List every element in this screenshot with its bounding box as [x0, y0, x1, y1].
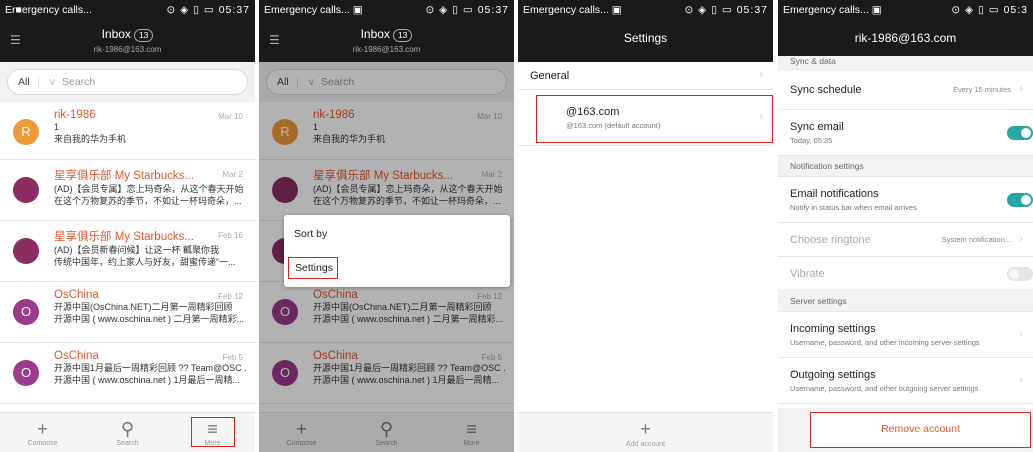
chevron-right-icon: ›	[1019, 82, 1023, 95]
status-icons: ⊙ ◈ ▯ ▭ 05:37	[684, 4, 768, 16]
status-bar: Emergency calls... ▣ ⊙ ◈ ▯ ▭ 05:37	[259, 0, 514, 20]
status-icons: ⊙ ◈ ▯ ▭ 05:37	[166, 4, 250, 16]
inbox-header: ☰ Inbox 13 rik-1986@163.com	[0, 20, 255, 62]
account-subtitle: rik-1986@163.com	[93, 45, 162, 54]
more-menu-popup: Sort by Settings	[284, 215, 510, 287]
carrier-text: Emergency calls... ▣	[523, 4, 622, 16]
inbox-header: ☰ Inbox 13 rik-1986@163.com	[259, 20, 514, 62]
sender-name: 星享俱乐部 My Starbucks...	[54, 170, 194, 182]
sender-name: OsChina	[54, 350, 99, 362]
email-notifications-item[interactable]: Email notifications Notify in status bar…	[778, 177, 1033, 223]
page-title: Inbox 13	[0, 20, 255, 42]
more-button[interactable]: ≡ More	[190, 417, 235, 447]
email-subject: (AD)【会员专属】恋上玛奇朵，从这个春天开始	[54, 184, 244, 194]
account-settings-screen: Emergency calls... ▣ ⊙ ◈ ▯ ▭ 05:3 rik-19…	[778, 0, 1033, 452]
email-list: Rrik-1986 Mar 10 1 来自我的华为手机 星享俱乐部 My Starbuc…	[0, 102, 255, 452]
list-item[interactable]: O OsChina Feb 5 开源中国1月最后一周精彩回顾 ?? Team@OSC …	[0, 343, 255, 404]
avatar	[13, 177, 39, 203]
email-date: Feb 16	[218, 231, 243, 240]
remove-account-area: Remove account	[778, 408, 1033, 452]
sync-schedule-item[interactable]: Sync schedule Every 15 minutes ›	[778, 70, 1033, 110]
email-subject: 开源中国1月最后一周精彩回顾 ?? Team@OSC ...	[54, 363, 247, 373]
status-bar: Emergency calls... ▣ ⊙ ◈ ▯ ▭ 05:37	[518, 0, 773, 20]
chevron-down-icon[interactable]: ∨	[37, 76, 56, 88]
vibrate-toggle[interactable]	[1007, 266, 1033, 281]
avatar: R	[13, 119, 39, 145]
unread-count-badge: 13	[133, 29, 154, 42]
page-title: Inbox 13	[259, 20, 514, 42]
carrier-text: Emergency calls... ▣	[264, 4, 363, 16]
status-icons: ⊙ ◈ ▯ ▭ 05:3	[951, 4, 1028, 16]
search-placeholder: Search	[62, 76, 96, 88]
sync-email-item[interactable]: Sync email Today, 05:35	[778, 110, 1033, 156]
vibrate-item[interactable]: Vibrate	[778, 257, 1033, 291]
hamburger-icon: ≡	[207, 419, 218, 439]
remove-account-button[interactable]: Remove account	[810, 412, 1031, 448]
menu-item-settings[interactable]: Settings	[288, 257, 338, 279]
menu-item-sort-by[interactable]: Sort by	[284, 215, 510, 240]
email-subject: 1	[54, 122, 60, 132]
email-date: Feb 5	[222, 353, 243, 362]
carrier-text: Emergency calls... ▣	[783, 4, 882, 16]
chevron-right-icon: ›	[1019, 373, 1023, 386]
status-bar: Emergency calls... ▣ ⊙ ◈ ▯ ▭ 05:3	[778, 0, 1033, 20]
drawer-menu-icon[interactable]: ☰	[269, 33, 280, 47]
list-item[interactable]: Rrik-1986 Mar 10 1 来自我的华为手机	[0, 102, 255, 160]
filter-select[interactable]: All	[8, 76, 38, 88]
email-subject: 开源中国(OsChina.NET)二月第一周精彩回顾	[54, 302, 233, 312]
outgoing-settings-item[interactable]: Outgoing settings Username, password, an…	[778, 358, 1033, 404]
settings-list: General › @163.com @163.com (default acc…	[518, 62, 773, 146]
page-title: Settings	[623, 31, 668, 45]
plus-icon: +	[37, 419, 48, 439]
email-date: Mar 10	[218, 112, 243, 121]
chevron-right-icon: ›	[1019, 232, 1023, 245]
chevron-right-icon: ›	[759, 68, 763, 81]
status-icons: ⊙ ◈ ▯ ▭ 05:37	[425, 4, 509, 16]
email-notifications-toggle[interactable]	[1007, 192, 1033, 207]
chevron-right-icon: ›	[1019, 327, 1023, 340]
settings-header: Settings	[518, 20, 773, 62]
account-subtitle: rik-1986@163.com	[352, 45, 421, 54]
list-item[interactable]: 星享俱乐部 My Starbucks... Mar 2 (AD)【会员专属】恋上玛奇…	[0, 160, 255, 221]
general-settings-item[interactable]: General ›	[518, 62, 773, 90]
email-preview: 开源中国 ( www.oschina.net ) 二月第一周精彩...	[54, 314, 245, 324]
bottom-toolbar: + Compose ⚲ Search ≡ More	[0, 412, 255, 452]
list-item[interactable]: O OsChina Feb 12 开源中国(OsChina.NET)二月第一周精彩回顾…	[0, 282, 255, 343]
email-subject: (AD)【会员新春问候】让这一杯 瓤聚你我	[54, 245, 219, 255]
account-settings-list: Sync & data Sync schedule Every 15 minut…	[778, 56, 1033, 404]
add-account-button[interactable]: + Add account	[518, 412, 773, 452]
inbox-menu-screen: Emergency calls... ▣ ⊙ ◈ ▯ ▭ 05:37 ☰ Inb…	[259, 0, 514, 452]
page-title: rik-1986@163.com	[854, 31, 957, 45]
section-sync: Sync & data	[778, 56, 1033, 70]
plus-icon: +	[640, 419, 651, 439]
compose-button[interactable]: + Compose	[23, 419, 63, 445]
section-server: Server settings	[778, 291, 1033, 312]
email-preview: 开源中国 ( www.oschina.net ) 1月最后一周精...	[54, 375, 241, 385]
status-bar: Er■ergency calls... ⊙ ◈ ▯ ▭ 05:37	[0, 0, 255, 20]
carrier-text: Er■ergency calls...	[5, 4, 92, 16]
settings-screen: Emergency calls... ▣ ⊙ ◈ ▯ ▭ 05:37 Setti…	[518, 0, 773, 452]
list-item[interactable]: 星享俱乐部 My Starbucks...Feb 16(AD)【会员新春问候】让…	[0, 221, 255, 282]
inbox-screen: Er■ergency calls... ⊙ ◈ ▯ ▭ 05:37 ☰ Inbo…	[0, 0, 255, 452]
ringtone-item[interactable]: Choose ringtone System notification... ›	[778, 223, 1033, 257]
email-date: Mar 2	[222, 170, 243, 179]
incoming-settings-item[interactable]: Incoming settings Username, password, an…	[778, 312, 1033, 358]
section-notifications: Notification settings	[778, 156, 1033, 177]
sync-email-toggle[interactable]	[1007, 125, 1033, 140]
email-preview: 来自我的华为手机	[54, 134, 127, 144]
email-date: Feb 12	[218, 292, 243, 301]
search-input[interactable]: All ∨ Search	[7, 69, 248, 95]
search-button[interactable]: ⚲ Search	[108, 419, 148, 445]
email-preview: 传统中国年，约上家人与好友，甜蜜传递“一...	[54, 257, 236, 267]
search-bar: All ∨ Search	[0, 62, 255, 102]
search-icon: ⚲	[120, 419, 135, 439]
avatar: O	[13, 299, 39, 325]
avatar: O	[13, 360, 39, 386]
avatar	[13, 238, 39, 264]
unread-count-badge: 13	[392, 29, 413, 42]
email-preview: 在这个万物复苏的季节，不如让一杯玛奇朵，...	[54, 196, 242, 206]
drawer-menu-icon[interactable]: ☰	[10, 33, 21, 47]
highlight-box	[536, 95, 773, 143]
account-header: rik-1986@163.com	[778, 20, 1033, 56]
